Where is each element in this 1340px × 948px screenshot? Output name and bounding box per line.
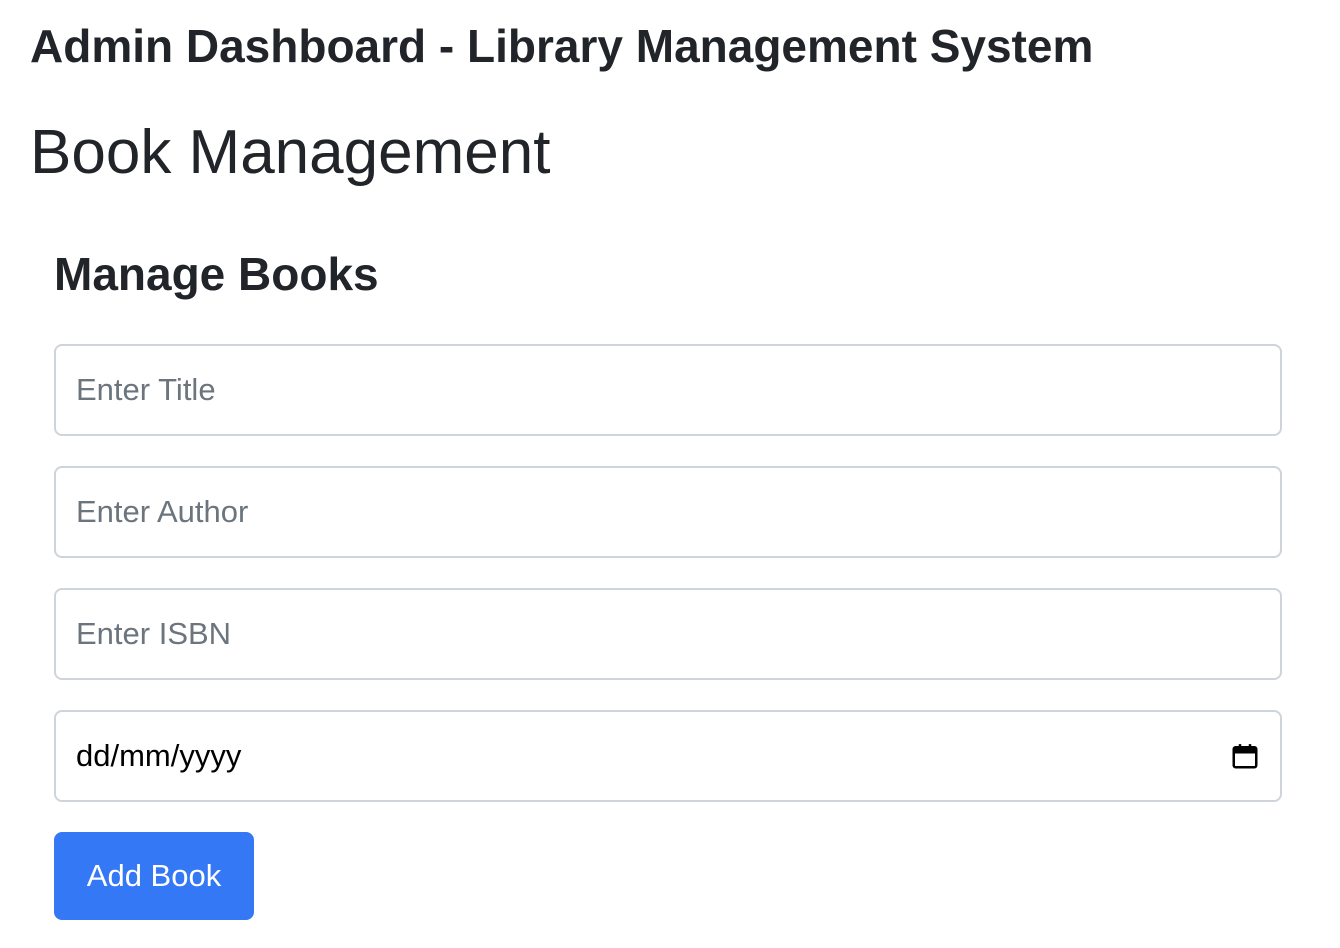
author-input[interactable] bbox=[54, 466, 1282, 558]
calendar-icon[interactable] bbox=[1230, 741, 1260, 771]
app-title: Admin Dashboard - Library Management Sys… bbox=[30, 20, 1094, 72]
isbn-input[interactable] bbox=[54, 588, 1282, 680]
form-heading: Manage Books bbox=[54, 248, 379, 300]
date-placeholder: dd/mm/yyyy bbox=[76, 738, 242, 773]
add-book-button[interactable]: Add Book bbox=[54, 832, 254, 920]
page-title: Book Management bbox=[30, 118, 551, 187]
publication-date-input[interactable]: dd/mm/yyyy bbox=[54, 710, 1282, 802]
title-input[interactable] bbox=[54, 344, 1282, 436]
